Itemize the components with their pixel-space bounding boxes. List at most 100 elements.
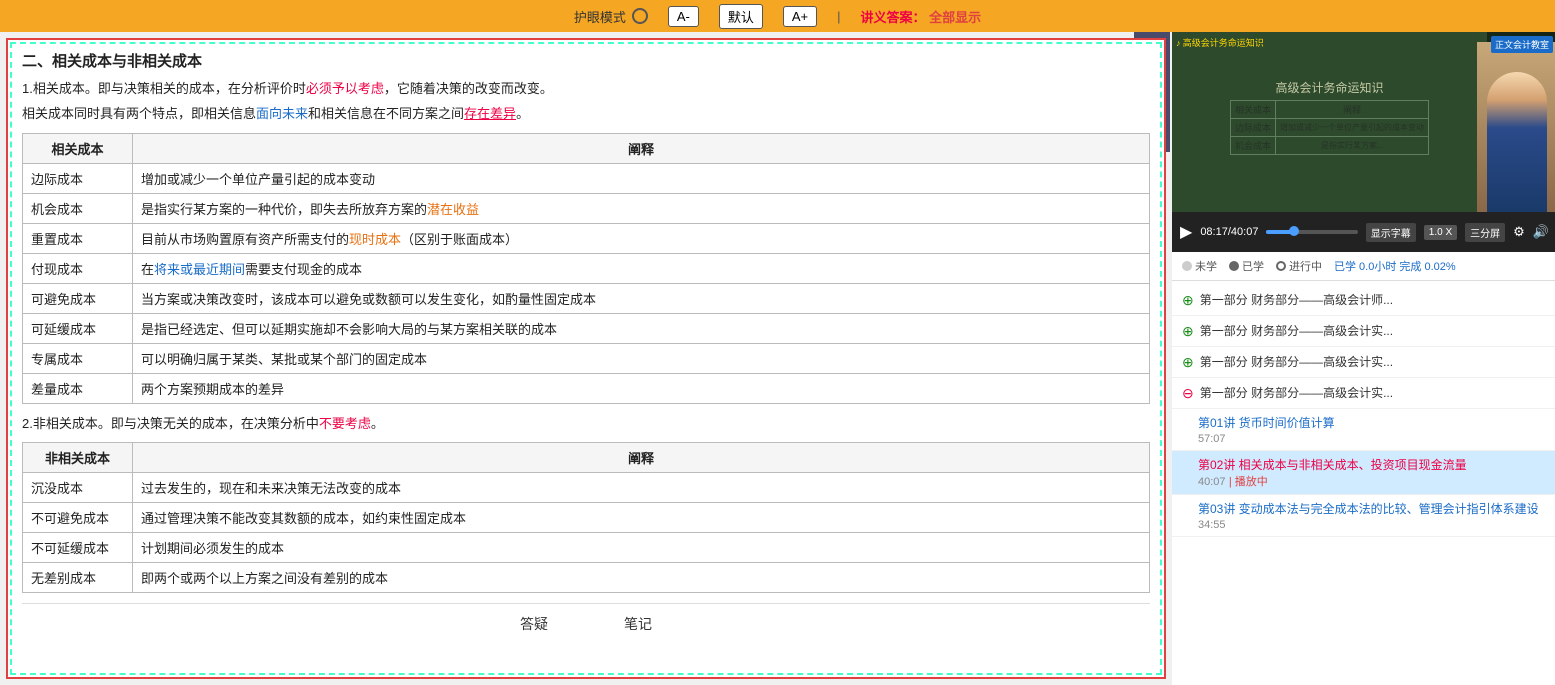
video-course-title: 高级会计务命运知识 — [1230, 79, 1429, 96]
lecture-duration: 57:07 — [1198, 433, 1547, 445]
para2-red: 存在差异 — [464, 106, 516, 121]
chapter-item[interactable]: ⊖第一部分 财务部分——高级会计实... — [1172, 378, 1555, 409]
layout-button[interactable]: 三分屏 — [1465, 223, 1505, 242]
table-row: 沉没成本过去发生的，现在和未来决策无法改变的成本 — [23, 473, 1150, 503]
eye-mode-toggle[interactable]: 护眼模式 — [574, 7, 648, 26]
table-row: 可避免成本当方案或决策改变时，该成本可以避免或数额可以发生变化，如酌量性固定成本 — [23, 283, 1150, 313]
play-button[interactable]: ▶ — [1180, 222, 1192, 242]
video-presenter — [1477, 42, 1555, 212]
cost-name-cell: 机会成本 — [23, 193, 133, 223]
cost-desc-cell: 增加或减少一个单位产量引起的成本变动 — [133, 163, 1150, 193]
chapter-text: 第一部分 财务部分——高级会计实... — [1200, 353, 1547, 371]
time-display: 08:17/40:07 — [1200, 226, 1258, 238]
para1-red: 必须予以考虑 — [306, 81, 384, 96]
in-progress-dot — [1276, 261, 1286, 271]
volume-icon[interactable]: 🔊 — [1533, 224, 1549, 240]
chapter-item[interactable]: ⊕第一部分 财务部分——高级会计实... — [1172, 316, 1555, 347]
divider: | — [837, 9, 840, 24]
cost-desc-cell: 在将来或最近期间需要支付现金的成本 — [133, 253, 1150, 283]
cost-desc-cell: 当方案或决策改变时，该成本可以避免或数额可以发生变化，如酌量性固定成本 — [133, 283, 1150, 313]
table-row: 差量成本两个方案预期成本的差异 — [23, 373, 1150, 403]
chalk-table: 相关成本阐释 边际成本增加或减少一个单位产量引起的成本变动 机会成本是指实行某方… — [1230, 100, 1429, 155]
lecture-title: 第01讲 货币时间价值计算 — [1198, 414, 1547, 431]
table-row: 不可避免成本通过管理决策不能改变其数额的成本，如约束性固定成本 — [23, 503, 1150, 533]
not-studied-status: 未学 — [1182, 258, 1217, 274]
settings-icon[interactable]: ⚙ — [1513, 224, 1525, 240]
chapter-item[interactable]: ⊕ 第一部分 财务部分——高级会计实... — [1172, 347, 1555, 378]
para3-end: 。 — [371, 416, 384, 431]
cost-desc-cell: 即两个或两个以上方案之间没有差别的成本 — [133, 563, 1150, 593]
completed-label: 已学 0.0小时 完成 0.02% — [1334, 258, 1456, 274]
in-progress-status: 进行中 — [1276, 258, 1322, 274]
related-col2-header: 阐释 — [133, 133, 1150, 163]
para2-prefix: 相关成本同时具有两个特点，即相关信息 — [22, 106, 256, 121]
chapter-list: ⊕第一部分 财务部分——高级会计师...⊕第一部分 财务部分——高级会计实...… — [1172, 281, 1555, 685]
font-decrease-button[interactable]: A- — [668, 6, 699, 27]
cost-desc-cell: 通过管理决策不能改变其数额的成本，如约束性固定成本 — [133, 503, 1150, 533]
cost-name-cell: 不可避免成本 — [23, 503, 133, 533]
plus-icon: ⊕ — [1182, 323, 1194, 340]
lecture-entry[interactable]: 第03讲 变动成本法与完全成本法的比较、管理会计指引体系建设34:55 — [1172, 495, 1555, 537]
speed-button[interactable]: 1.0 X — [1424, 225, 1457, 240]
cost-name-cell: 重置成本 — [23, 223, 133, 253]
main-layout: 二、相关成本与非相关成本 1.相关成本。即与决策相关的成本，在分析评价时必须予以… — [0, 32, 1555, 685]
cost-desc-cell: 目前从市场购置原有资产所需支付的现时成本（区别于账面成本） — [133, 223, 1150, 253]
lecture-entry[interactable]: 第02讲 相关成本与非相关成本、投资项目现金流量40:07 | 播放中 — [1172, 451, 1555, 495]
tab-question[interactable]: 答疑 — [512, 612, 556, 636]
chapter-item[interactable]: ⊕ 第一部分 财务部分——高级会计师... — [1172, 285, 1555, 316]
para2: 相关成本同时具有两个特点，即相关信息面向未来和相关信息在不同方案之间存在差异。 — [22, 104, 1150, 125]
font-default-button[interactable]: 默认 — [719, 4, 763, 29]
table-row: 重置成本目前从市场购置原有资产所需支付的现时成本（区别于账面成本） — [23, 223, 1150, 253]
highlight-text: 现时成本 — [349, 232, 401, 247]
section-title: 二、相关成本与非相关成本 — [22, 50, 1150, 71]
video-logo: 正文会计教室 — [1491, 36, 1553, 53]
cost-name-cell: 可避免成本 — [23, 283, 133, 313]
plus-icon: ⊕ — [1182, 354, 1194, 371]
presenter-figure — [1487, 72, 1547, 212]
progress-info: 未学 已学 进行中 已学 0.0小时 完成 0.02% — [1172, 252, 1555, 281]
eye-mode-circle-icon — [632, 8, 648, 24]
table-row: 可延缓成本是指已经选定、但可以延期实施却不会影响大局的与某方案相关联的成本 — [23, 313, 1150, 343]
lecture-duration: 40:07 — [1198, 476, 1226, 488]
subtitle-button[interactable]: 显示字幕 — [1366, 223, 1416, 242]
content-area: 二、相关成本与非相关成本 1.相关成本。即与决策相关的成本，在分析评价时必须予以… — [22, 50, 1150, 640]
para3-red: 不要考虑 — [319, 416, 371, 431]
playing-label: | 播放中 — [1229, 476, 1268, 488]
progress-bar[interactable] — [1266, 230, 1357, 234]
para2-blue: 面向未来 — [256, 106, 308, 121]
bottom-tabs: 答疑 笔记 — [22, 603, 1150, 640]
cost-name-cell: 差量成本 — [23, 373, 133, 403]
para1: 1.相关成本。即与决策相关的成本，在分析评价时必须予以考虑，它随着决策的改变而改… — [22, 79, 1150, 100]
font-increase-button[interactable]: A+ — [783, 6, 817, 27]
in-progress-label: 进行中 — [1289, 258, 1322, 274]
para1-prefix: 1.相关成本。即与决策相关的成本，在分析评价时 — [22, 81, 306, 96]
cost-name-cell: 可延缓成本 — [23, 313, 133, 343]
lecture-title-text: 第01讲 货币时间价值计算 — [1198, 416, 1335, 430]
cost-desc-cell: 是指实行某方案的一种代价，即失去所放弃方案的潜在收益 — [133, 193, 1150, 223]
cost-desc-cell: 计划期间必须发生的成本 — [133, 533, 1150, 563]
tab-notes[interactable]: 笔记 — [616, 612, 660, 636]
table-row: 不可延缓成本计划期间必须发生的成本 — [23, 533, 1150, 563]
table-row: 专属成本可以明确归属于某类、某批或某个部门的固定成本 — [23, 343, 1150, 373]
para1-rest: ，它随着决策的改变而改变。 — [384, 81, 553, 96]
table-row: 边际成本增加或减少一个单位产量引起的成本变动 — [23, 163, 1150, 193]
cost-desc-cell: 是指已经选定、但可以延期实施却不会影响大局的与某方案相关联的成本 — [133, 313, 1150, 343]
video-chalkboard: 高级会计务命运知识 相关成本阐释 边际成本增加或减少一个单位产量引起的成本变动 … — [1172, 32, 1487, 212]
video-background: 高级会计务命运知识 相关成本阐释 边际成本增加或减少一个单位产量引起的成本变动 … — [1172, 32, 1555, 212]
studied-status: 已学 — [1229, 258, 1264, 274]
chapter-text: 第一部分 财务部分——高级会计师... — [1200, 291, 1547, 309]
minus-icon: ⊖ — [1182, 385, 1194, 402]
cost-name-cell: 不可延缓成本 — [23, 533, 133, 563]
cost-desc-cell: 两个方案预期成本的差异 — [133, 373, 1150, 403]
related-col1-header: 相关成本 — [23, 133, 133, 163]
not-studied-label: 未学 — [1195, 258, 1217, 274]
video-title: ♪ 高级会计务命运知识 — [1176, 36, 1264, 49]
progress-dot — [1289, 226, 1299, 236]
lecture-entry[interactable]: 第01讲 货币时间价值计算 57:07 — [1172, 409, 1555, 451]
table-row: 付现成本在将来或最近期间需要支付现金的成本 — [23, 253, 1150, 283]
plus-icon: ⊕ — [1182, 292, 1194, 309]
studied-dot — [1229, 261, 1239, 271]
para2-end: 。 — [516, 106, 529, 121]
not-studied-dot — [1182, 261, 1192, 271]
cost-name-cell: 沉没成本 — [23, 473, 133, 503]
